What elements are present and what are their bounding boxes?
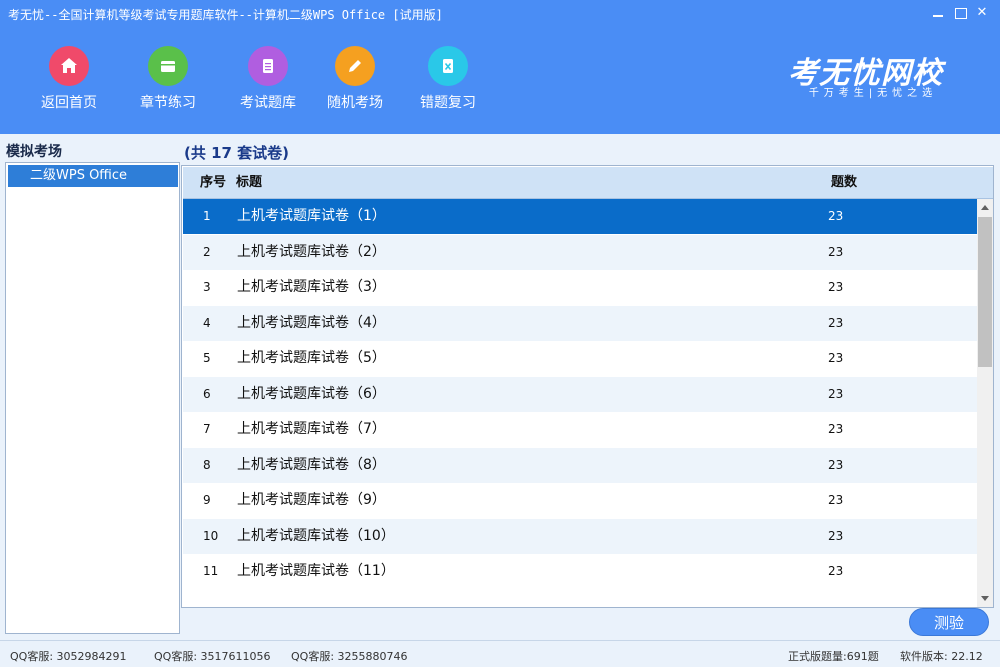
nav-random-button[interactable]: 随机考场 [313,46,397,116]
row-no: 8 [203,457,211,472]
row-count: 23 [828,564,844,578]
row-title: 上机考试题库试卷（2） [237,243,386,260]
row-no: 10 [203,528,219,543]
row-no: 11 [203,564,219,578]
table-row[interactable]: 5 上机考试题库试卷（5） 23 [183,341,977,376]
test-button[interactable]: 测验 [909,608,989,636]
table-row[interactable]: 1 上机考试题库试卷（1） 23 [183,199,977,234]
row-title: 上机考试题库试卷（7） [237,421,386,437]
nav-chapter-label: 章节练习 [140,95,196,111]
row-title: 上机考试题库试卷（1） [237,208,386,224]
row-title: 上机考试题库试卷（6） [237,385,386,402]
row-no: 6 [203,386,211,401]
minimize-button[interactable] [930,5,946,21]
row-count: 23 [828,528,844,543]
table-row[interactable]: 2 上机考试题库试卷（2） 23 [183,234,977,270]
column-header-count[interactable]: 题数 [831,167,857,199]
row-title: 上机考试题库试卷（4） [237,314,386,331]
nav-wrong-button[interactable]: 错题复习 [406,46,490,116]
table-row[interactable]: 6 上机考试题库试卷（6） 23 [183,376,977,412]
table-row[interactable]: 7 上机考试题库试卷（7） 23 [183,412,977,447]
row-count: 23 [828,280,844,294]
table-body: 1 上机考试题库试卷（1） 23 2 上机考试题库试卷（2） 23 3 上机考试题库试卷（3）… [183,199,977,607]
row-no: 2 [203,244,211,259]
home-icon [49,46,89,86]
table-header: 序号 标题 题数 [183,167,993,199]
book-icon [148,46,188,86]
row-count: 23 [828,422,844,436]
maximize-button[interactable] [952,5,968,21]
table-row[interactable]: 8 上机考试题库试卷（8） 23 [183,447,977,483]
row-title: 上机考试题库试卷（5） [237,350,386,366]
column-header-title[interactable]: 标题 [236,167,262,199]
row-title: 上机考试题库试卷（3） [237,279,386,295]
status-bar: QQ客服: 3052984291 QQ客服: 3517611056 QQ客服: … [0,640,1000,667]
category-tree: 二级WPS Office [5,162,180,634]
row-title: 上机考试题库试卷（10） [237,527,395,544]
table-row[interactable]: 4 上机考试题库试卷（4） 23 [183,305,977,341]
qq-support-2: QQ客服: 3517611056 [154,650,271,663]
row-count: 23 [828,209,844,223]
table-row[interactable]: 3 上机考试题库试卷（3） 23 [183,270,977,305]
window-title: 考无忧--全国计算机等级考试专用题库软件--计算机二级WPS Office [试… [8,8,443,22]
row-no: 5 [203,351,211,365]
row-count: 23 [828,315,844,330]
scrollbar-thumb[interactable] [978,217,992,367]
nav-home-button[interactable]: 返回首页 [27,46,111,116]
vertical-scrollbar[interactable] [977,199,993,607]
logo-slogan: 千万考生|无忧之选 [808,88,938,99]
scroll-up-arrow-icon[interactable] [977,199,993,215]
row-count: 23 [828,457,844,472]
brand-logo: 考无忧网校 千万考生|无忧之选 [788,48,958,100]
nav-home-label: 返回首页 [41,95,97,111]
pencil-icon [335,46,375,86]
table-row[interactable]: 10 上机考试题库试卷（10） 23 [183,518,977,554]
nav-bank-button[interactable]: 考试题库 [226,46,310,116]
nav-bank-label: 考试题库 [240,95,296,111]
row-title: 上机考试题库试卷（8） [237,456,386,473]
excel-file-icon [428,46,468,86]
nav-chapter-button[interactable]: 章节练习 [126,46,210,116]
nav-random-label: 随机考场 [327,95,383,111]
row-no: 7 [203,422,211,436]
row-title: 上机考试题库试卷（9） [237,492,386,508]
row-count: 23 [828,386,844,401]
left-panel-title: 模拟考场 [6,144,62,160]
nav-wrong-label: 错题复习 [420,95,476,111]
row-count: 23 [828,351,844,365]
row-count: 23 [828,493,844,507]
table-row[interactable]: 9 上机考试题库试卷（9） 23 [183,483,977,518]
row-count: 23 [828,244,844,259]
app-header: 考无忧--全国计算机等级考试专用题库软件--计算机二级WPS Office [试… [0,0,1000,134]
row-no: 1 [203,209,211,223]
software-version: 软件版本: 22.12 [900,650,983,663]
tree-item-wps-office[interactable]: 二级WPS Office [8,165,178,187]
column-header-no[interactable]: 序号 [200,167,226,199]
table-row[interactable]: 11 上机考试题库试卷（11） 23 [183,554,977,589]
row-no: 4 [203,315,211,330]
exam-table: 序号 标题 题数 1 上机考试题库试卷（1） 23 2 上机考试题库试卷（2） 23 3 上机… [181,165,994,608]
row-title: 上机考试题库试卷（11） [237,563,395,579]
exam-count-label: (共 17 套试卷) [184,144,290,162]
scroll-down-arrow-icon[interactable] [977,591,993,607]
document-icon [248,46,288,86]
total-questions: 正式版题量:691题 [788,650,879,663]
qq-support-3: QQ客服: 3255880746 [291,650,408,663]
row-no: 9 [203,493,211,507]
qq-support-1: QQ客服: 3052984291 [10,650,127,663]
close-button[interactable]: ✕ [974,5,990,21]
row-no: 3 [203,280,211,294]
